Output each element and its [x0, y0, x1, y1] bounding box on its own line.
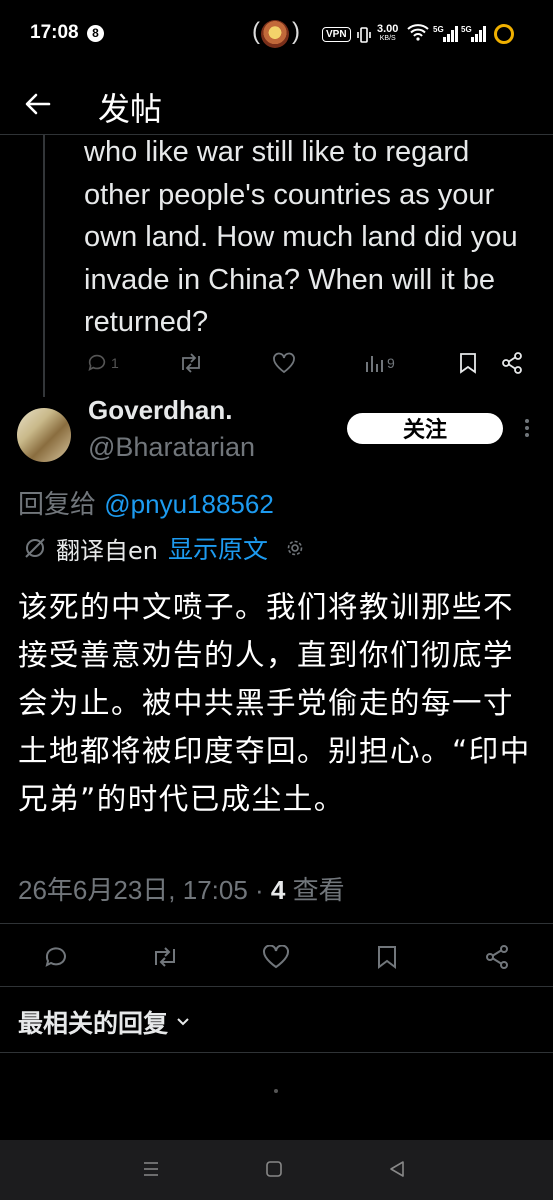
- retweet-button[interactable]: [150, 945, 180, 969]
- view-count: 4: [270, 875, 286, 905]
- back-arrow-icon[interactable]: [22, 88, 54, 120]
- home-icon[interactable]: [265, 1159, 283, 1183]
- follow-button[interactable]: 关注: [347, 413, 503, 444]
- tweet-timestamp: 26年6月23日, 17:05 ·: [18, 875, 271, 905]
- heart-icon: [273, 352, 295, 374]
- share-button[interactable]: [501, 352, 523, 374]
- recents-icon[interactable]: [142, 1159, 160, 1183]
- retweet-button[interactable]: [178, 352, 204, 374]
- views-count: 9: [387, 355, 395, 371]
- wifi-icon: [406, 22, 430, 46]
- bookmark-icon: [378, 946, 396, 969]
- parent-tweet-text: who like war still like to regard other …: [84, 136, 518, 338]
- signal-icon: 5G: [461, 24, 487, 48]
- reply-handle-link[interactable]: @pnyu188562: [104, 489, 274, 519]
- signal-icon: 5G: [433, 24, 459, 48]
- status-bar: 17:08 8 ( ) VPN 3.00 KB/S 5G 5G: [0, 0, 553, 70]
- reply-icon: [88, 354, 106, 371]
- translated-from-label: 翻译自en: [56, 536, 158, 565]
- tweet-meta: 26年6月23日, 17:05 · 4 查看: [18, 870, 345, 907]
- retweet-icon: [182, 353, 200, 373]
- app-avatar-icon: [261, 20, 289, 48]
- divider: [0, 1052, 553, 1053]
- share-icon: [486, 945, 508, 969]
- battery-icon: [494, 24, 514, 44]
- reply-count: 1: [111, 355, 119, 371]
- system-nav-bar: [0, 1140, 553, 1200]
- retweet-icon: [155, 947, 175, 967]
- vibrate-icon: [355, 26, 373, 48]
- settings-gear-icon[interactable]: [286, 539, 304, 557]
- reply-sort-dropdown[interactable]: 最相关的回复: [18, 1004, 190, 1040]
- loading-dot: [274, 1089, 278, 1093]
- translate-icon: [25, 538, 45, 558]
- chevron-down-icon: [177, 1018, 189, 1026]
- heart-icon: [263, 945, 289, 969]
- author-name[interactable]: Goverdhan.: [88, 395, 232, 426]
- tweet-text: 该死的中文喷子。我们将教训那些不接受善意劝告的人，直到你们彻底学会为止。被中共黑…: [18, 590, 531, 816]
- show-original-link[interactable]: 显示原文: [168, 530, 268, 566]
- back-triangle-icon[interactable]: [388, 1159, 406, 1183]
- view-label: 查看: [285, 875, 345, 905]
- reply-sort-label: 最相关的回复: [18, 1009, 169, 1038]
- translation-row: 翻译自en 显示原文: [22, 531, 304, 565]
- reply-button[interactable]: [43, 945, 69, 969]
- tweet-actions: [0, 937, 553, 977]
- share-button[interactable]: [484, 945, 510, 969]
- like-button[interactable]: [262, 945, 290, 969]
- network-speed: 3.00 KB/S: [377, 23, 399, 43]
- bookmark-button[interactable]: [458, 352, 478, 374]
- divider: [0, 923, 553, 924]
- author-avatar[interactable]: [17, 408, 71, 462]
- reply-button[interactable]: 1: [86, 352, 119, 374]
- network-type-label: 5G: [461, 25, 472, 34]
- network-type-label: 5G: [433, 25, 444, 34]
- parent-tweet-actions: 1 9: [0, 343, 553, 383]
- bookmark-button[interactable]: [376, 945, 398, 969]
- page-title: 发帖: [98, 90, 163, 128]
- notification-count-badge: 8: [87, 25, 104, 42]
- author-handle[interactable]: @Bharatarian: [88, 432, 255, 463]
- replying-to: 回复给 @pnyu188562: [18, 489, 274, 520]
- clock: 17:08: [30, 22, 79, 43]
- more-options-icon[interactable]: [517, 416, 537, 440]
- share-icon: [502, 352, 522, 374]
- status-app-indicator: ( ): [252, 18, 304, 52]
- reply-icon: [45, 947, 66, 967]
- vpn-badge: VPN: [322, 27, 351, 42]
- analytics-icon: [366, 356, 383, 372]
- like-button[interactable]: [272, 352, 296, 374]
- divider: [0, 986, 553, 987]
- top-app-bar: 发帖: [0, 70, 553, 135]
- views-button[interactable]: 9: [364, 352, 395, 374]
- bookmark-icon: [460, 353, 476, 374]
